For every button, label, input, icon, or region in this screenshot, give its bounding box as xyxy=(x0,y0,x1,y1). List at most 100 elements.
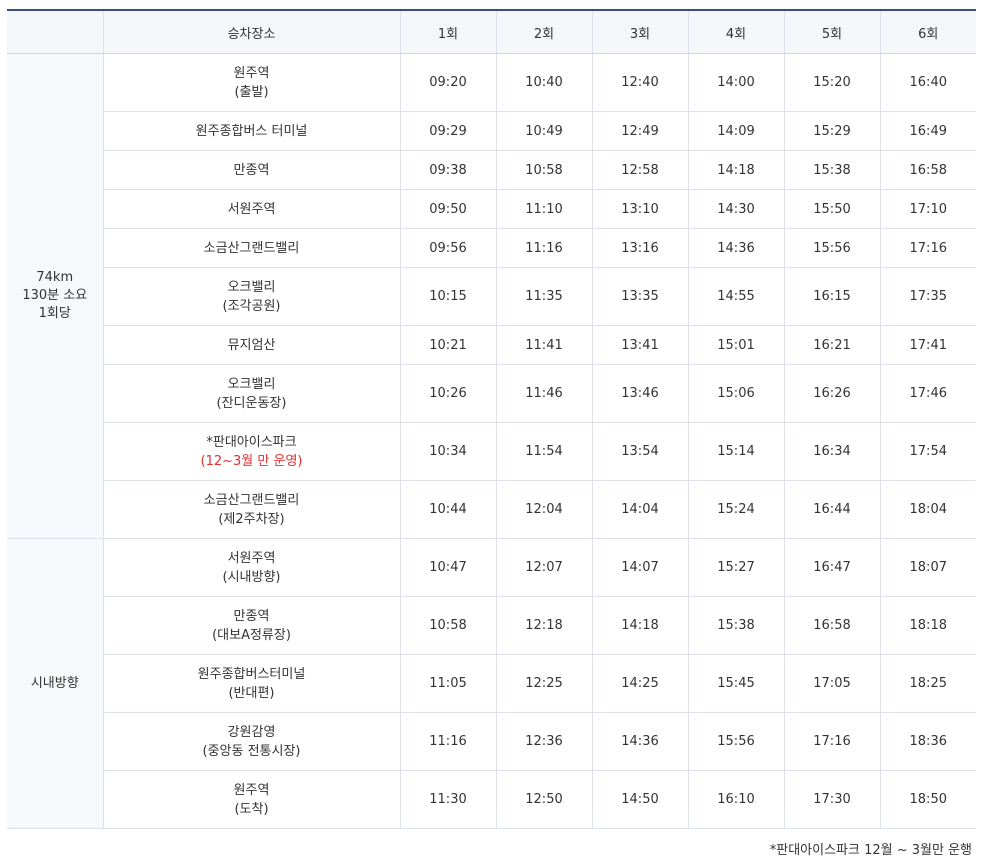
time-cell: 09:50 xyxy=(400,189,497,229)
place-name: 원주역 xyxy=(233,782,270,798)
place-sub: (출발) xyxy=(234,84,269,100)
place-sub: (대보A정류장) xyxy=(212,627,291,643)
time-cell: 10:26 xyxy=(400,364,497,423)
time-cell: 10:34 xyxy=(400,422,497,481)
time-cell: 15:14 xyxy=(688,422,785,481)
place-sub: (반대편) xyxy=(228,685,275,701)
time-cell: 18:07 xyxy=(880,538,976,597)
time-cell: 14:18 xyxy=(592,596,689,655)
table-row: *판대아이스파크 (12~3월 만 운영) 10:34 11:54 13:54 … xyxy=(7,422,976,481)
time-cell: 15:38 xyxy=(784,150,881,190)
place-cell: 만종역 (대보A정류장) xyxy=(103,596,401,655)
time-cell: 15:27 xyxy=(688,538,785,597)
time-cell: 12:25 xyxy=(496,654,593,713)
time-cell: 14:04 xyxy=(592,480,689,539)
route-per-trip: 1회당 xyxy=(38,306,71,321)
time-cell: 10:21 xyxy=(400,325,497,365)
seasonal-notice: (12~3월 만 운영) xyxy=(200,453,303,469)
place-sub: (조각공원) xyxy=(222,298,281,314)
header-run-5: 5회 xyxy=(784,9,881,54)
table-row: 원주역 (도착) 11:30 12:50 14:50 16:10 17:30 1… xyxy=(7,770,976,829)
time-cell: 13:10 xyxy=(592,189,689,229)
place-cell: 오크밸리 (조각공원) xyxy=(103,267,401,326)
place-name: 원주종합버스터미널 xyxy=(197,666,306,682)
time-cell: 10:58 xyxy=(496,150,593,190)
group-city-label: 시내방향 xyxy=(30,675,79,691)
time-cell: 09:29 xyxy=(400,111,497,151)
table-row: 소금산그랜드밸리 09:56 11:16 13:16 14:36 15:56 1… xyxy=(7,228,976,268)
place-name: 원주역 xyxy=(233,65,270,81)
time-cell: 15:29 xyxy=(784,111,881,151)
place-sub: (시내방향) xyxy=(222,569,281,585)
time-cell: 10:49 xyxy=(496,111,593,151)
time-cell: 11:05 xyxy=(400,654,497,713)
header-row: 승차장소 1회 2회 3회 4회 5회 6회 xyxy=(7,9,976,54)
time-cell: 12:50 xyxy=(496,770,593,829)
time-cell: 14:00 xyxy=(688,53,785,112)
time-cell: 16:44 xyxy=(784,480,881,539)
time-cell: 15:56 xyxy=(688,712,785,771)
table-row: 뮤지엄산 10:21 11:41 13:41 15:01 16:21 17:41 xyxy=(7,325,976,365)
footnote: *판대아이스파크 12월 ~ 3월만 운행 xyxy=(769,843,972,858)
time-cell: 14:07 xyxy=(592,538,689,597)
time-cell: 14:50 xyxy=(592,770,689,829)
place-cell: 서원주역 xyxy=(103,189,401,229)
time-cell: 12:58 xyxy=(592,150,689,190)
time-cell: 09:56 xyxy=(400,228,497,268)
time-cell: 15:20 xyxy=(784,53,881,112)
time-cell: 13:41 xyxy=(592,325,689,365)
time-cell: 11:35 xyxy=(496,267,593,326)
header-group xyxy=(7,9,104,54)
time-cell: 16:47 xyxy=(784,538,881,597)
time-cell: 10:47 xyxy=(400,538,497,597)
time-cell: 16:15 xyxy=(784,267,881,326)
time-cell: 12:07 xyxy=(496,538,593,597)
time-cell: 18:18 xyxy=(880,596,976,655)
time-cell: 16:26 xyxy=(784,364,881,423)
time-cell: 13:46 xyxy=(592,364,689,423)
time-cell: 15:50 xyxy=(784,189,881,229)
place-name: 소금산그랜드밸리 xyxy=(203,492,300,508)
time-cell: 11:46 xyxy=(496,364,593,423)
place-sub: (도착) xyxy=(234,801,269,817)
time-cell: 15:06 xyxy=(688,364,785,423)
table-row: 서원주역 09:50 11:10 13:10 14:30 15:50 17:10 xyxy=(7,189,976,229)
time-cell: 11:10 xyxy=(496,189,593,229)
place-cell: 소금산그랜드밸리 (제2주차장) xyxy=(103,480,401,539)
route-duration: 130분 소요 xyxy=(22,288,88,303)
time-cell: 16:10 xyxy=(688,770,785,829)
place-cell: 원주역 (출발) xyxy=(103,53,401,112)
table-row: 시내방향 서원주역 (시내방향) 10:47 12:07 14:07 15:27… xyxy=(7,538,976,829)
time-cell: 16:40 xyxy=(880,53,976,112)
place-cell: 원주종합버스터미널 (반대편) xyxy=(103,654,401,713)
time-cell: 10:58 xyxy=(400,596,497,655)
time-cell: 12:40 xyxy=(592,53,689,112)
place-name: 오크밸리 xyxy=(227,279,276,295)
time-cell: 12:04 xyxy=(496,480,593,539)
table-row: 원주종합버스 터미널 09:29 10:49 12:49 14:09 15:29… xyxy=(7,111,976,151)
time-cell: 17:05 xyxy=(784,654,881,713)
time-cell: 14:25 xyxy=(592,654,689,713)
place-cell: 뮤지엄산 xyxy=(103,325,401,365)
time-cell: 17:41 xyxy=(880,325,976,365)
time-cell: 11:41 xyxy=(496,325,593,365)
header-place: 승차장소 xyxy=(103,9,401,54)
time-cell: 14:55 xyxy=(688,267,785,326)
place-name: 원주종합버스 터미널 xyxy=(195,123,308,139)
time-cell: 11:16 xyxy=(496,228,593,268)
time-cell: 18:36 xyxy=(880,712,976,771)
time-cell: 15:01 xyxy=(688,325,785,365)
table-row: 만종역 (대보A정류장) 10:58 12:18 14:18 15:38 16:… xyxy=(7,596,976,655)
table-row: 원주종합버스터미널 (반대편) 11:05 12:25 14:25 15:45 … xyxy=(7,654,976,713)
place-cell: 소금산그랜드밸리 xyxy=(103,228,401,268)
time-cell: 13:16 xyxy=(592,228,689,268)
time-cell: 18:04 xyxy=(880,480,976,539)
header-run-1: 1회 xyxy=(400,9,497,54)
place-cell: *판대아이스파크 (12~3월 만 운영) xyxy=(103,422,401,481)
place-name: 강원감영 xyxy=(227,724,276,740)
place-cell: 강원감영 (중앙동 전통시장) xyxy=(103,712,401,771)
time-cell: 13:54 xyxy=(592,422,689,481)
time-cell: 15:38 xyxy=(688,596,785,655)
table-row: 74km 130분 소요 1회당 원주역 (출발) 09:20 10:40 12… xyxy=(7,53,976,539)
time-cell: 17:35 xyxy=(880,267,976,326)
